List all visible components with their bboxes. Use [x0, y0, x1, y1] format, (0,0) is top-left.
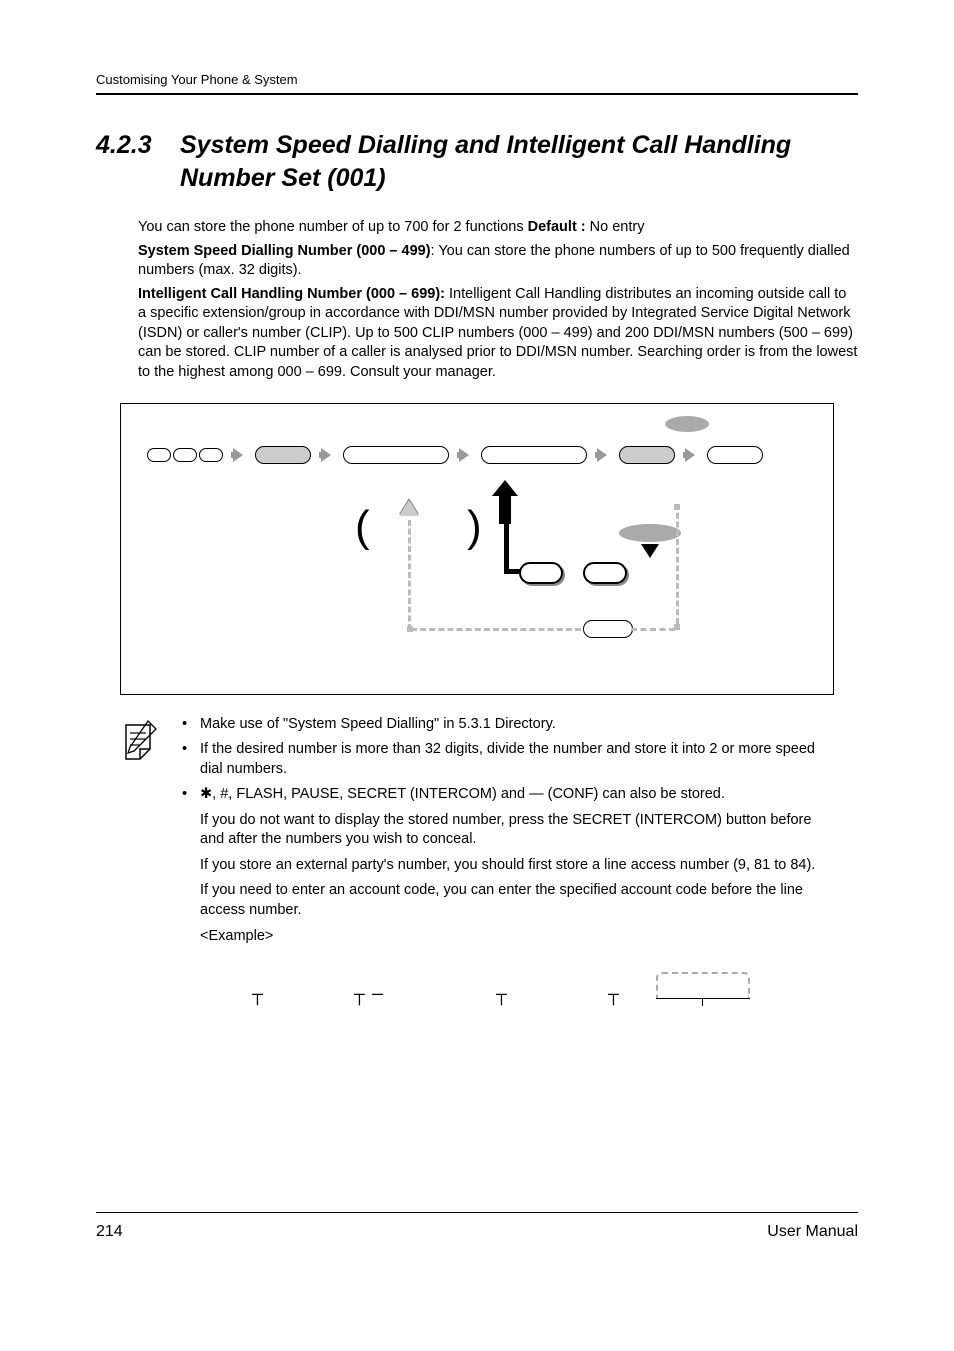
tick-mark-icon: ┬	[496, 986, 507, 1006]
up-arrow-icon	[499, 494, 511, 524]
p3-label: Intelligent Call Handling Number (000 – …	[138, 286, 445, 302]
note-continuation: <Example>	[200, 927, 834, 947]
breadcrumb: Customising Your Phone & System	[96, 72, 858, 87]
note-icon	[120, 715, 176, 953]
section-title: 4.2.3 System Speed Dialling and Intellig…	[96, 129, 858, 194]
dial-indicator-icon	[665, 416, 709, 432]
note-continuation: If you need to enter an account code, yo…	[200, 881, 834, 920]
body-text: You can store the phone number of up to …	[138, 218, 858, 383]
underline-icon	[656, 998, 750, 999]
up-triangle-icon	[399, 500, 419, 516]
p2-label: System Speed Dialling Number (000 – 499)	[138, 243, 431, 259]
procedure-diagram: ( )	[120, 403, 834, 695]
notes-list: Make use of "System Speed Dialling" in 5…	[176, 715, 834, 953]
arrow-right-icon	[233, 448, 243, 462]
step-pill-icon	[343, 446, 449, 464]
note-text: If the desired number is more than 32 di…	[200, 741, 815, 777]
dashed-line-icon	[411, 628, 581, 631]
page-footer: 214 User Manual	[96, 1212, 858, 1241]
dashed-bracket-icon	[656, 972, 750, 998]
arrow-right-icon	[685, 448, 695, 462]
button-shape-icon	[519, 562, 563, 584]
arrow-right-icon	[321, 448, 331, 462]
star-icon: ✱	[200, 786, 212, 802]
example-diagram: ┬ ┬ ─ ┬ ┬	[208, 966, 834, 1030]
step-pill-icon	[707, 446, 763, 464]
p1-default-value: No entry	[586, 219, 645, 235]
note-text: Make use of "System Speed Dialling" in 5…	[200, 716, 556, 732]
step-pill-icon	[481, 446, 587, 464]
step-pill-icon	[255, 446, 311, 464]
tick-mark-icon: ┬	[252, 986, 263, 1006]
arrow-right-icon	[597, 448, 607, 462]
doc-label: User Manual	[767, 1223, 858, 1241]
note-continuation: If you do not want to display the stored…	[200, 811, 834, 850]
button-shape-icon	[583, 562, 627, 584]
note-symbols: , #	[212, 786, 228, 802]
down-triangle-icon	[641, 544, 659, 558]
note-text: , FLASH, PAUSE, SECRET (INTERCOM) and — …	[228, 786, 725, 802]
jog-dial-icon	[619, 524, 681, 542]
digit-key-icon	[147, 448, 171, 462]
dashed-line-icon	[676, 504, 679, 624]
tick-mark-icon: ─	[372, 986, 383, 1006]
dashed-line-icon	[408, 520, 411, 630]
page-number: 214	[96, 1223, 123, 1241]
step-pill-icon	[619, 446, 675, 464]
dashed-line-icon	[631, 628, 675, 631]
note-continuation: If you store an external party's number,…	[200, 856, 834, 876]
tick-mark-icon: ┬	[354, 986, 365, 1006]
p1-default-label: Default :	[528, 219, 586, 235]
p1-prefix: You can store the phone number of up to …	[138, 219, 528, 235]
tick-icon	[702, 998, 703, 1006]
note-item: If the desired number is more than 32 di…	[176, 740, 834, 779]
note-item: ✱, #, FLASH, PAUSE, SECRET (INTERCOM) an…	[176, 785, 834, 946]
paren-right-icon: )	[467, 502, 482, 552]
section-heading: System Speed Dialling and Intelligent Ca…	[180, 129, 858, 194]
digit-key-icon	[173, 448, 197, 462]
header-rule	[96, 93, 858, 95]
digit-key-icon	[199, 448, 223, 462]
tick-mark-icon: ┬	[608, 986, 619, 1006]
note-item: Make use of "System Speed Dialling" in 5…	[176, 715, 834, 735]
step-pill-icon	[583, 620, 633, 638]
section-number: 4.2.3	[96, 129, 180, 194]
footer-rule	[96, 1212, 858, 1213]
arrow-right-icon	[459, 448, 469, 462]
paren-left-icon: (	[355, 502, 370, 552]
